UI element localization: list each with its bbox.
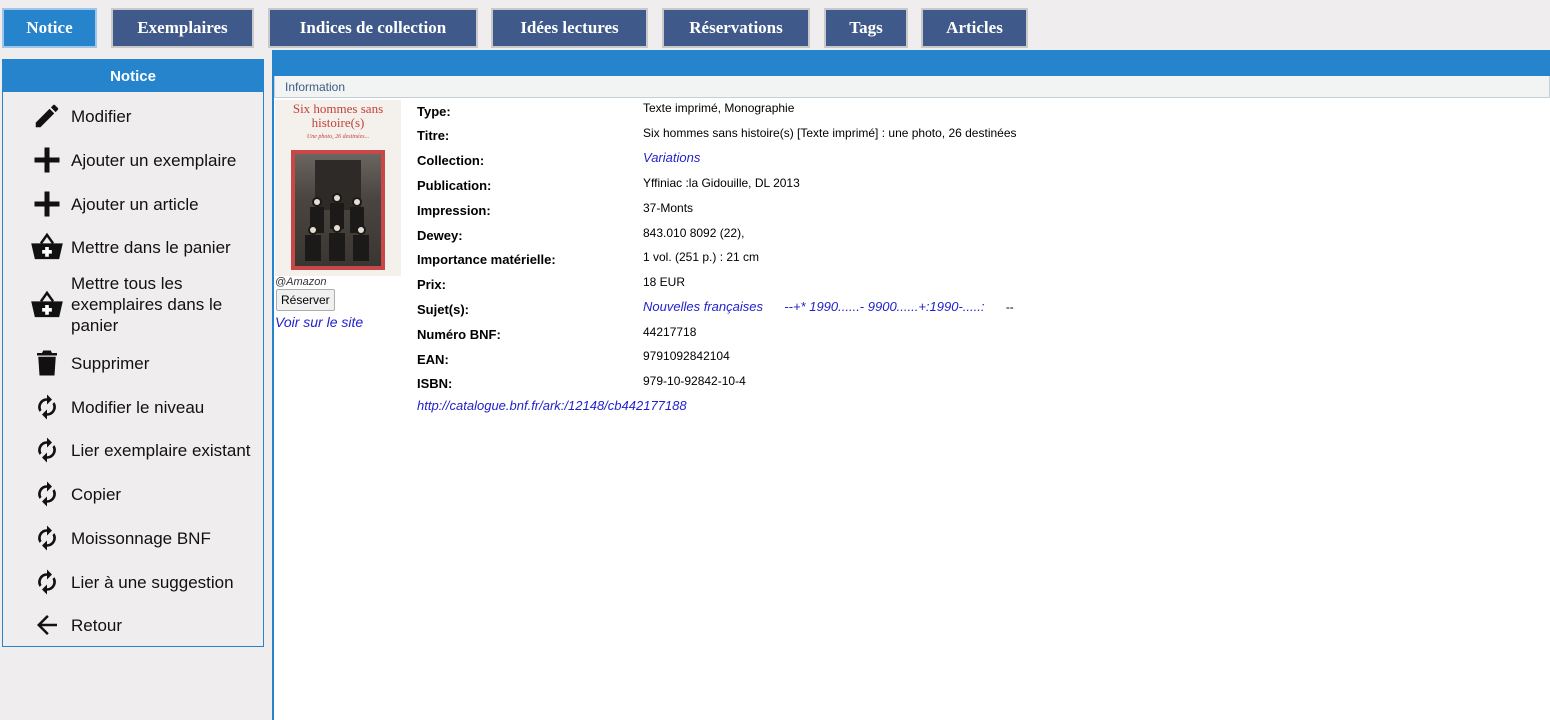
tab-notice[interactable]: Notice <box>2 8 97 48</box>
copier-button[interactable]: Copier <box>3 474 263 514</box>
notice-content: Information Six hommes sans histoire(s) … <box>274 76 1550 720</box>
basket-add-icon <box>27 285 67 325</box>
voir-sur-le-site-link[interactable]: Voir sur le site <box>275 314 363 330</box>
ajouter-exemplaire-label: Ajouter un exemplaire <box>71 150 237 170</box>
field-type-value: Texte imprimé, Monographie <box>643 101 795 115</box>
sidebar-title: Notice <box>3 60 263 92</box>
cover-title: Six hommes sans histoire(s) <box>292 101 384 130</box>
tab-tags[interactable]: Tags <box>824 8 908 48</box>
tab-exemplaires[interactable]: Exemplaires <box>111 8 254 48</box>
retour-button[interactable]: Retour <box>3 605 263 645</box>
field-titre-value: Six hommes sans histoire(s) [Texte impri… <box>643 126 1017 140</box>
refresh-icon <box>27 474 67 514</box>
field-dewey-value: 843.010 8092 (22), <box>643 226 745 240</box>
trash-icon <box>27 343 67 383</box>
field-prix-value: 18 EUR <box>643 275 686 289</box>
lier-exemplaire-label: Lier exemplaire existant <box>71 440 251 460</box>
refresh-icon <box>27 430 67 470</box>
field-sujets-label: Sujet(s): <box>417 302 469 317</box>
supprimer-button[interactable]: Supprimer <box>3 343 263 383</box>
field-dewey-label: Dewey: <box>417 228 463 243</box>
lier-suggestion-label: Lier à une suggestion <box>71 572 234 592</box>
plus-icon <box>27 140 67 180</box>
mettre-tous-panier-label: Mettre tous les exemplaires dans le pani… <box>71 274 223 335</box>
mettre-panier-label: Mettre dans le panier <box>71 237 231 257</box>
tab-articles[interactable]: Articles <box>921 8 1028 48</box>
ajouter-article-button[interactable]: Ajouter un article <box>3 184 263 224</box>
field-importance-label: Importance matérielle: <box>417 252 556 267</box>
field-isbn-label: ISBN: <box>417 376 453 391</box>
field-publication-value: Yffiniac :la Gidouille, DL 2013 <box>643 176 800 190</box>
arrow-left-icon <box>27 605 67 645</box>
field-titre-label: Titre: <box>417 128 450 143</box>
mettre-tous-panier-button[interactable]: Mettre tous les exemplaires dans le pani… <box>3 273 263 336</box>
field-collection-label: Collection: <box>417 153 485 168</box>
tab-reservations[interactable]: Réservations <box>662 8 810 48</box>
cover-subtitle: Une photo, 26 destinées... <box>306 134 370 140</box>
mettre-panier-button[interactable]: Mettre dans le panier <box>3 227 263 267</box>
field-collection-link[interactable]: Variations <box>643 150 700 165</box>
lier-suggestion-button[interactable]: Lier à une suggestion <box>3 562 263 602</box>
supprimer-label: Supprimer <box>71 353 150 373</box>
subject-tail: -- <box>1005 300 1014 314</box>
field-impression-label: Impression: <box>417 203 491 218</box>
copier-label: Copier <box>71 484 122 504</box>
modifier-niveau-label: Modifier le niveau <box>71 397 205 417</box>
modifier-niveau-button[interactable]: Modifier le niveau <box>3 387 263 427</box>
basket-add-icon <box>27 227 67 267</box>
field-isbn-value: 979-10-92842-10-4 <box>643 374 746 388</box>
moissonnage-bnf-label: Moissonnage BNF <box>71 528 211 548</box>
tab-indices-collection[interactable]: Indices de collection <box>268 8 478 48</box>
field-numero-bnf-label: Numéro BNF: <box>417 327 501 342</box>
refresh-icon <box>27 387 67 427</box>
field-prix-label: Prix: <box>417 277 446 292</box>
book-cover: Six hommes sans histoire(s) Une photo, 2… <box>275 100 401 276</box>
field-ean-label: EAN: <box>417 352 449 367</box>
tab-bar: Notice Exemplaires Indices de collection… <box>0 0 1550 50</box>
cover-source: @Amazon <box>275 276 327 288</box>
field-ean-value: 9791092842104 <box>643 349 730 363</box>
refresh-icon <box>27 518 67 558</box>
actions-sidebar: Notice Modifier Ajouter un exemplaire Aj… <box>2 59 264 647</box>
bnf-catalogue-link[interactable]: http://catalogue.bnf.fr/ark:/12148/cb442… <box>417 398 687 413</box>
pencil-icon <box>27 96 67 136</box>
field-type-label: Type: <box>417 104 451 119</box>
subject-detail-link[interactable]: --+* 1990......- 9900......+:1990-.....: <box>784 299 984 314</box>
content-header-bar <box>274 50 1550 76</box>
plus-icon <box>27 184 67 224</box>
ajouter-article-label: Ajouter un article <box>71 194 199 214</box>
field-importance-value: 1 vol. (251 p.) : 21 cm <box>643 250 760 264</box>
reserver-button[interactable]: Réserver <box>276 289 335 311</box>
field-publication-label: Publication: <box>417 178 492 193</box>
field-numero-bnf-value: 44217718 <box>643 325 697 339</box>
subject-link[interactable]: Nouvelles françaises <box>643 299 763 314</box>
refresh-icon <box>27 562 67 602</box>
modifier-label: Modifier <box>71 106 132 126</box>
information-header: Information <box>274 76 1550 98</box>
retour-label: Retour <box>71 615 123 635</box>
ajouter-exemplaire-button[interactable]: Ajouter un exemplaire <box>3 140 263 180</box>
lier-exemplaire-button[interactable]: Lier exemplaire existant <box>3 430 263 470</box>
field-impression-value: 37-Monts <box>643 201 694 215</box>
moissonnage-bnf-button[interactable]: Moissonnage BNF <box>3 518 263 558</box>
cover-photo <box>291 150 385 270</box>
modifier-button[interactable]: Modifier <box>3 96 263 136</box>
field-sujets-value: Nouvelles françaises --+* 1990......- 99… <box>643 299 1014 314</box>
tab-idees-lectures[interactable]: Idées lectures <box>491 8 648 48</box>
